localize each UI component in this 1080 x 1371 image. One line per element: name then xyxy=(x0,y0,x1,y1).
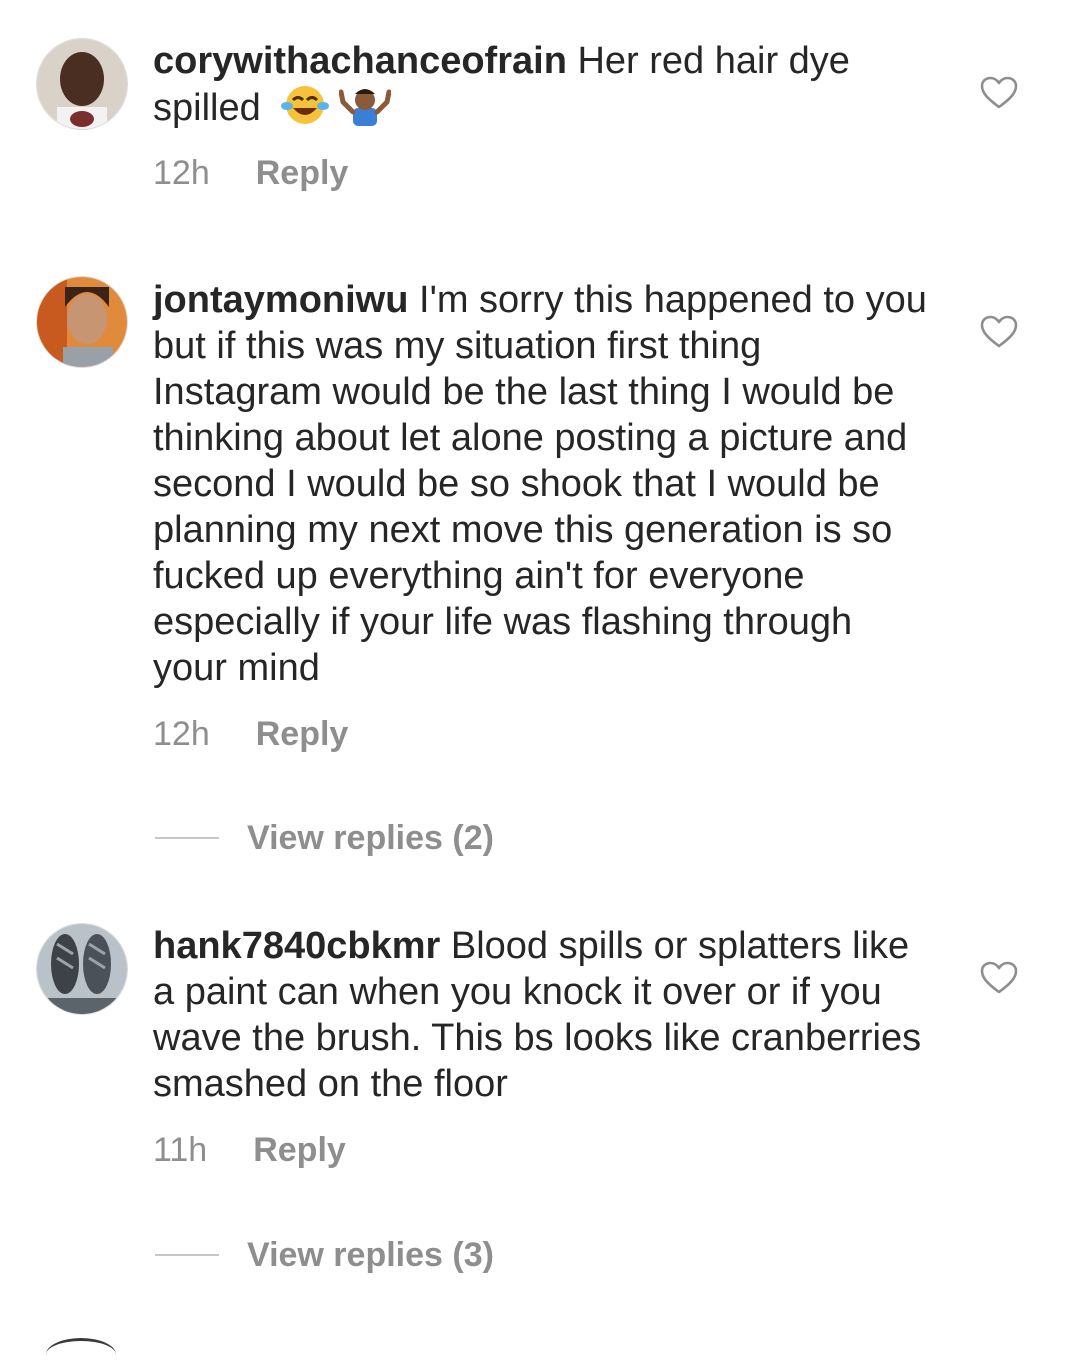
heart-outline-icon[interactable] xyxy=(980,315,1018,349)
heart-outline-icon[interactable] xyxy=(980,961,1018,995)
face-with-tears-of-joy-emoji xyxy=(281,84,330,137)
comment-meta: 12h Reply xyxy=(153,154,348,193)
person-shrugging-emoji xyxy=(338,84,392,137)
comment-text: corywithachanceofrain Her red hair dye s… xyxy=(153,38,928,137)
comment-timestamp: 12h xyxy=(153,154,210,192)
comment-meta: 11h Reply xyxy=(153,1131,346,1170)
comment-text: jontaymoniwu I'm sorry this happened to … xyxy=(153,277,928,691)
avatar[interactable] xyxy=(46,1338,116,1371)
comment-username[interactable]: jontaymoniwu xyxy=(153,279,408,321)
comment-body: I'm sorry this happened to you but if th… xyxy=(153,279,927,689)
comment-username[interactable]: hank7840cbkmr xyxy=(153,925,440,967)
divider-line xyxy=(155,837,219,839)
comment-timestamp: 11h xyxy=(153,1131,208,1169)
comment-text xyxy=(153,1330,923,1349)
heart-outline-icon[interactable] xyxy=(980,76,1018,110)
view-replies-button[interactable]: View replies (2) xyxy=(155,818,494,858)
divider-line xyxy=(155,1254,219,1256)
reply-button[interactable]: Reply xyxy=(253,1131,346,1170)
avatar[interactable] xyxy=(36,276,128,368)
view-replies-button[interactable]: View replies (3) xyxy=(155,1235,494,1275)
avatar[interactable] xyxy=(36,38,128,130)
avatar[interactable] xyxy=(36,923,128,1015)
comment-timestamp: 12h xyxy=(153,715,210,753)
reply-button[interactable]: Reply xyxy=(256,715,349,754)
comment-text: hank7840cbkmr Blood spills or splatters … xyxy=(153,923,928,1107)
comment-username[interactable]: corywithachanceofrain xyxy=(153,40,567,82)
comment-meta: 12h Reply xyxy=(153,715,348,754)
reply-button[interactable]: Reply xyxy=(256,154,349,193)
view-replies-label: View replies (2) xyxy=(247,818,494,857)
view-replies-label: View replies (3) xyxy=(247,1235,494,1274)
